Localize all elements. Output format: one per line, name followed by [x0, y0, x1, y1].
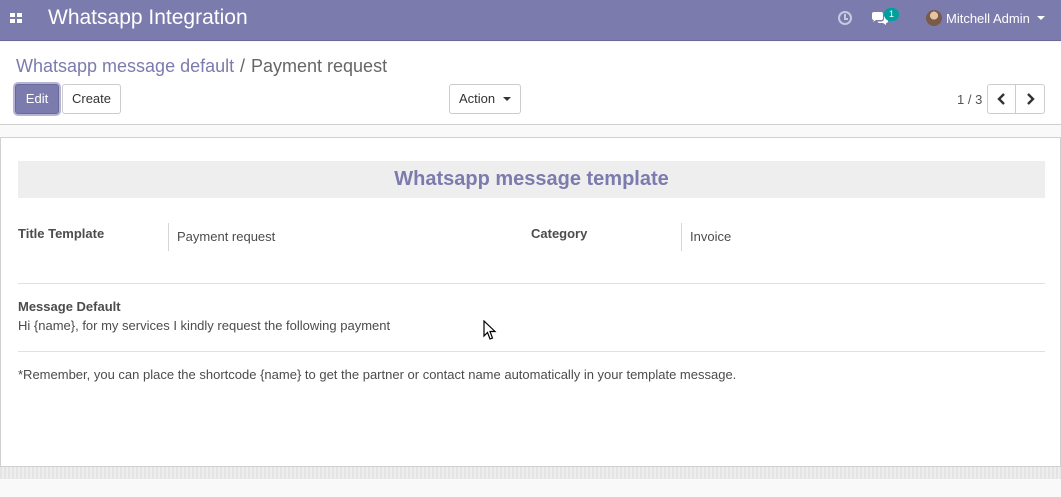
message-default-field: Hi {name}, for my services I kindly requ…	[18, 318, 391, 333]
caret-down-icon	[503, 97, 511, 101]
chevron-left-icon	[997, 93, 1005, 105]
category-label: Category	[531, 226, 588, 241]
template-header: Whatsapp message template	[18, 161, 1045, 198]
title-template-label: Title Template	[18, 226, 105, 241]
divider	[18, 351, 1045, 352]
user-menu-name[interactable]: Mitchell Admin	[946, 11, 1030, 26]
apps-grid-icon[interactable]	[10, 13, 23, 23]
messages-count-badge: 1	[884, 8, 899, 21]
pager-value[interactable]: 1 / 3	[957, 92, 982, 107]
create-button[interactable]: Create	[62, 84, 121, 114]
action-dropdown-button[interactable]: Action	[449, 84, 521, 114]
title-template-field: Payment request	[168, 223, 468, 251]
user-avatar[interactable]	[926, 10, 942, 26]
breadcrumb-parent-link[interactable]: Whatsapp message default	[16, 56, 234, 77]
pager-previous-button[interactable]	[987, 84, 1016, 114]
control-panel: Whatsapp message default / Payment reque…	[0, 42, 1061, 125]
action-label: Action	[459, 91, 496, 106]
divider	[18, 283, 1045, 284]
message-default-label: Message Default	[18, 299, 121, 314]
category-field: Invoice	[681, 223, 981, 251]
chevron-right-icon	[1027, 93, 1035, 105]
pager-next-button[interactable]	[1015, 84, 1045, 114]
breadcrumb-separator: /	[240, 56, 246, 76]
breadcrumb-current: Payment request	[251, 56, 388, 76]
mouse-cursor-icon	[483, 320, 497, 340]
shortcode-reminder-text: *Remember, you can place the shortcode {…	[18, 367, 737, 382]
edit-button[interactable]: Edit	[15, 84, 59, 114]
form-sheet: Whatsapp message template Title Template…	[0, 137, 1061, 467]
app-title: Whatsapp Integration	[48, 6, 248, 29]
user-menu-caret-icon[interactable]	[1037, 16, 1045, 20]
clock-icon[interactable]	[838, 11, 852, 25]
top-navbar: Whatsapp Integration 1 Mitchell Admin	[0, 0, 1061, 41]
sheet-bottom-edge	[0, 467, 1061, 479]
